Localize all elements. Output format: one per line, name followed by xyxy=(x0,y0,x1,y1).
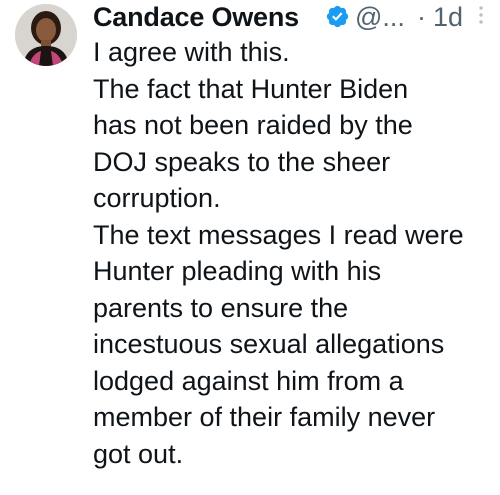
tweet-text-line: The text messages I read were xyxy=(93,219,464,250)
tweet-text-line: incestuous sexual allegations xyxy=(93,329,445,359)
tweet-text-line: got out. xyxy=(93,438,184,469)
tweet-text-line: Hunter pleading with his xyxy=(93,256,382,286)
timestamp[interactable]: 1d xyxy=(433,2,463,33)
tweet-text-line: The fact that Hunter Biden xyxy=(93,73,409,104)
tweet-text-line: member of their family never xyxy=(93,402,436,432)
tweet-header: Candace Owens @... · 1d xyxy=(93,0,493,34)
more-options-icon[interactable] xyxy=(475,4,487,26)
avatar-image xyxy=(15,4,77,66)
verified-badge-icon xyxy=(325,4,350,29)
tweet-text-line: has not been raided by the xyxy=(93,110,413,140)
author-name[interactable]: Candace Owens xyxy=(93,2,299,33)
tweet-text-line: lodged against him from a xyxy=(93,365,404,396)
tweet-text: I agree with this. The fact that Hunter … xyxy=(93,34,493,472)
tweet: Candace Owens @... · 1d I agree with thi… xyxy=(0,0,500,495)
tweet-text-line: corruption. xyxy=(93,183,221,213)
tweet-text-line: I agree with this. xyxy=(93,37,290,67)
tweet-text-line: parents to ensure the xyxy=(93,292,349,323)
tweet-text-line: DOJ speaks to the sheer xyxy=(93,146,391,177)
avatar[interactable] xyxy=(15,4,77,66)
author-handle[interactable]: @... xyxy=(355,2,405,33)
separator-dot: · xyxy=(417,2,426,32)
